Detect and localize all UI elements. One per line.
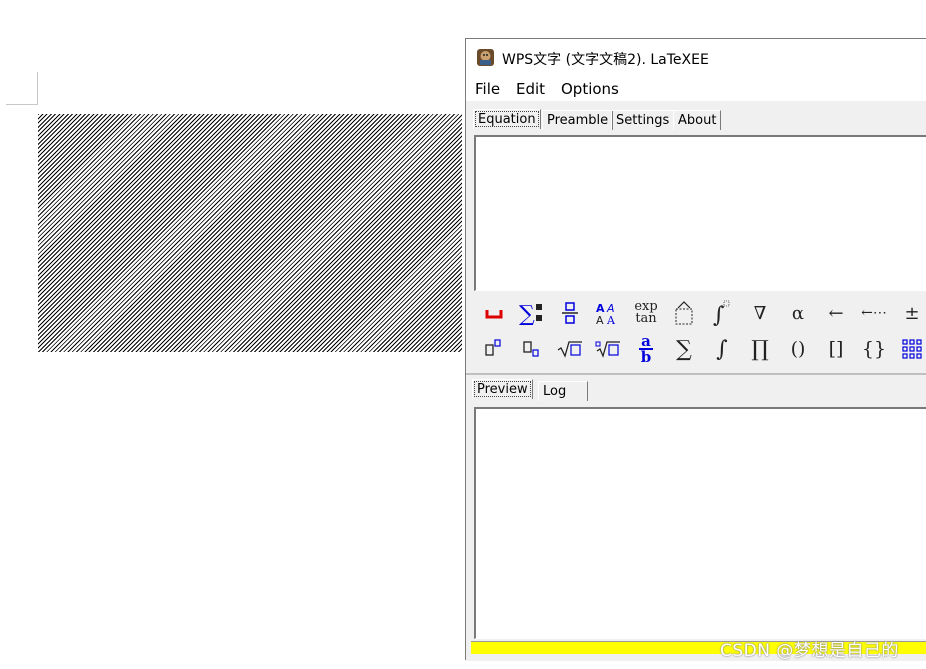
symbol-toolbar-row-1: ∑ A A A A exp tan ∫ ∇ α ← ←⋯ ± xyxy=(474,297,926,331)
tab-about[interactable]: About xyxy=(673,110,722,130)
space-button[interactable] xyxy=(478,297,510,329)
superscript-icon xyxy=(485,339,501,356)
stack-icon xyxy=(562,302,578,324)
svg-text:∫: ∫ xyxy=(713,303,725,326)
font-style-button[interactable]: A A A A xyxy=(592,297,624,329)
font-style-icon: A A A A xyxy=(596,302,616,325)
svg-text:A: A xyxy=(606,314,616,325)
tab-settings[interactable]: Settings xyxy=(611,110,675,130)
hatched-selection-area xyxy=(38,114,462,352)
menu-options[interactable]: Options xyxy=(561,80,619,98)
symbol-toolbar-row-2: a b ∑ ∫ ∏ () [] {} xyxy=(474,333,926,367)
watermark: CSDN @梦想是自己的 xyxy=(720,641,899,661)
accent-button[interactable] xyxy=(668,297,700,329)
fraction-denominator: b xyxy=(640,348,652,366)
nth-root-icon xyxy=(595,341,620,358)
section-divider xyxy=(466,373,926,375)
tab-equation[interactable]: Equation xyxy=(473,109,541,129)
sum-limits-button[interactable]: ∑ xyxy=(516,297,548,329)
subscript-button[interactable] xyxy=(516,333,548,365)
accent-box-icon xyxy=(675,301,693,325)
space-icon xyxy=(485,310,503,319)
functions-button[interactable]: exp tan xyxy=(630,297,662,329)
parentheses-button[interactable]: () xyxy=(782,333,814,365)
subscript-icon xyxy=(523,341,539,357)
stack-button[interactable] xyxy=(554,297,586,329)
nth-root-button[interactable] xyxy=(592,333,624,365)
preview-area xyxy=(474,407,926,639)
svg-text:A: A xyxy=(596,314,604,325)
latexee-window: WPS文字 (文字文稿2). LaTeXEE File Edit Options… xyxy=(465,38,926,661)
sum-limits-icon: ∑ xyxy=(519,302,542,325)
braces-button[interactable]: {} xyxy=(858,333,890,365)
integral-limits-icon: ∫ xyxy=(713,300,730,326)
nabla-button[interactable]: ∇ xyxy=(744,297,776,329)
tab-preview[interactable]: Preview xyxy=(472,379,533,399)
product-button[interactable]: ∏ xyxy=(744,333,776,365)
menu-file[interactable]: File xyxy=(475,80,500,98)
sum-button[interactable]: ∑ xyxy=(668,333,700,365)
dotted-arrow-button[interactable]: ←⋯ xyxy=(858,297,890,329)
sqrt-icon xyxy=(557,341,582,358)
menu-bar: File Edit Options xyxy=(466,77,926,101)
svg-text:∑: ∑ xyxy=(519,302,535,325)
menu-edit[interactable]: Edit xyxy=(516,80,545,98)
plus-minus-button[interactable]: ± xyxy=(896,297,926,329)
arrow-button[interactable]: ← xyxy=(820,297,852,329)
matrix-icon xyxy=(902,339,922,359)
sqrt-button[interactable] xyxy=(554,333,586,365)
window-title: WPS文字 (文字文稿2). LaTeXEE xyxy=(502,52,709,68)
tab-preamble[interactable]: Preamble xyxy=(542,110,614,130)
document-margin-corner xyxy=(6,72,38,105)
integral-limits-button[interactable]: ∫ xyxy=(706,297,738,329)
tab-log[interactable]: Log xyxy=(538,381,588,401)
fraction-button[interactable]: a b xyxy=(630,333,662,365)
title-bar[interactable]: WPS文字 (文字文稿2). LaTeXEE xyxy=(466,39,926,77)
greek-alpha-button[interactable]: α xyxy=(782,297,814,329)
matrix-button[interactable] xyxy=(896,333,926,365)
app-icon xyxy=(477,49,494,66)
superscript-button[interactable] xyxy=(478,333,510,365)
dialog-body: Equation Preamble Settings About ∑ A A A… xyxy=(466,101,926,661)
brackets-button[interactable]: [] xyxy=(820,333,852,365)
integral-button[interactable]: ∫ xyxy=(706,333,738,365)
equation-editor[interactable] xyxy=(474,135,926,291)
tan-label: tan xyxy=(635,311,657,326)
